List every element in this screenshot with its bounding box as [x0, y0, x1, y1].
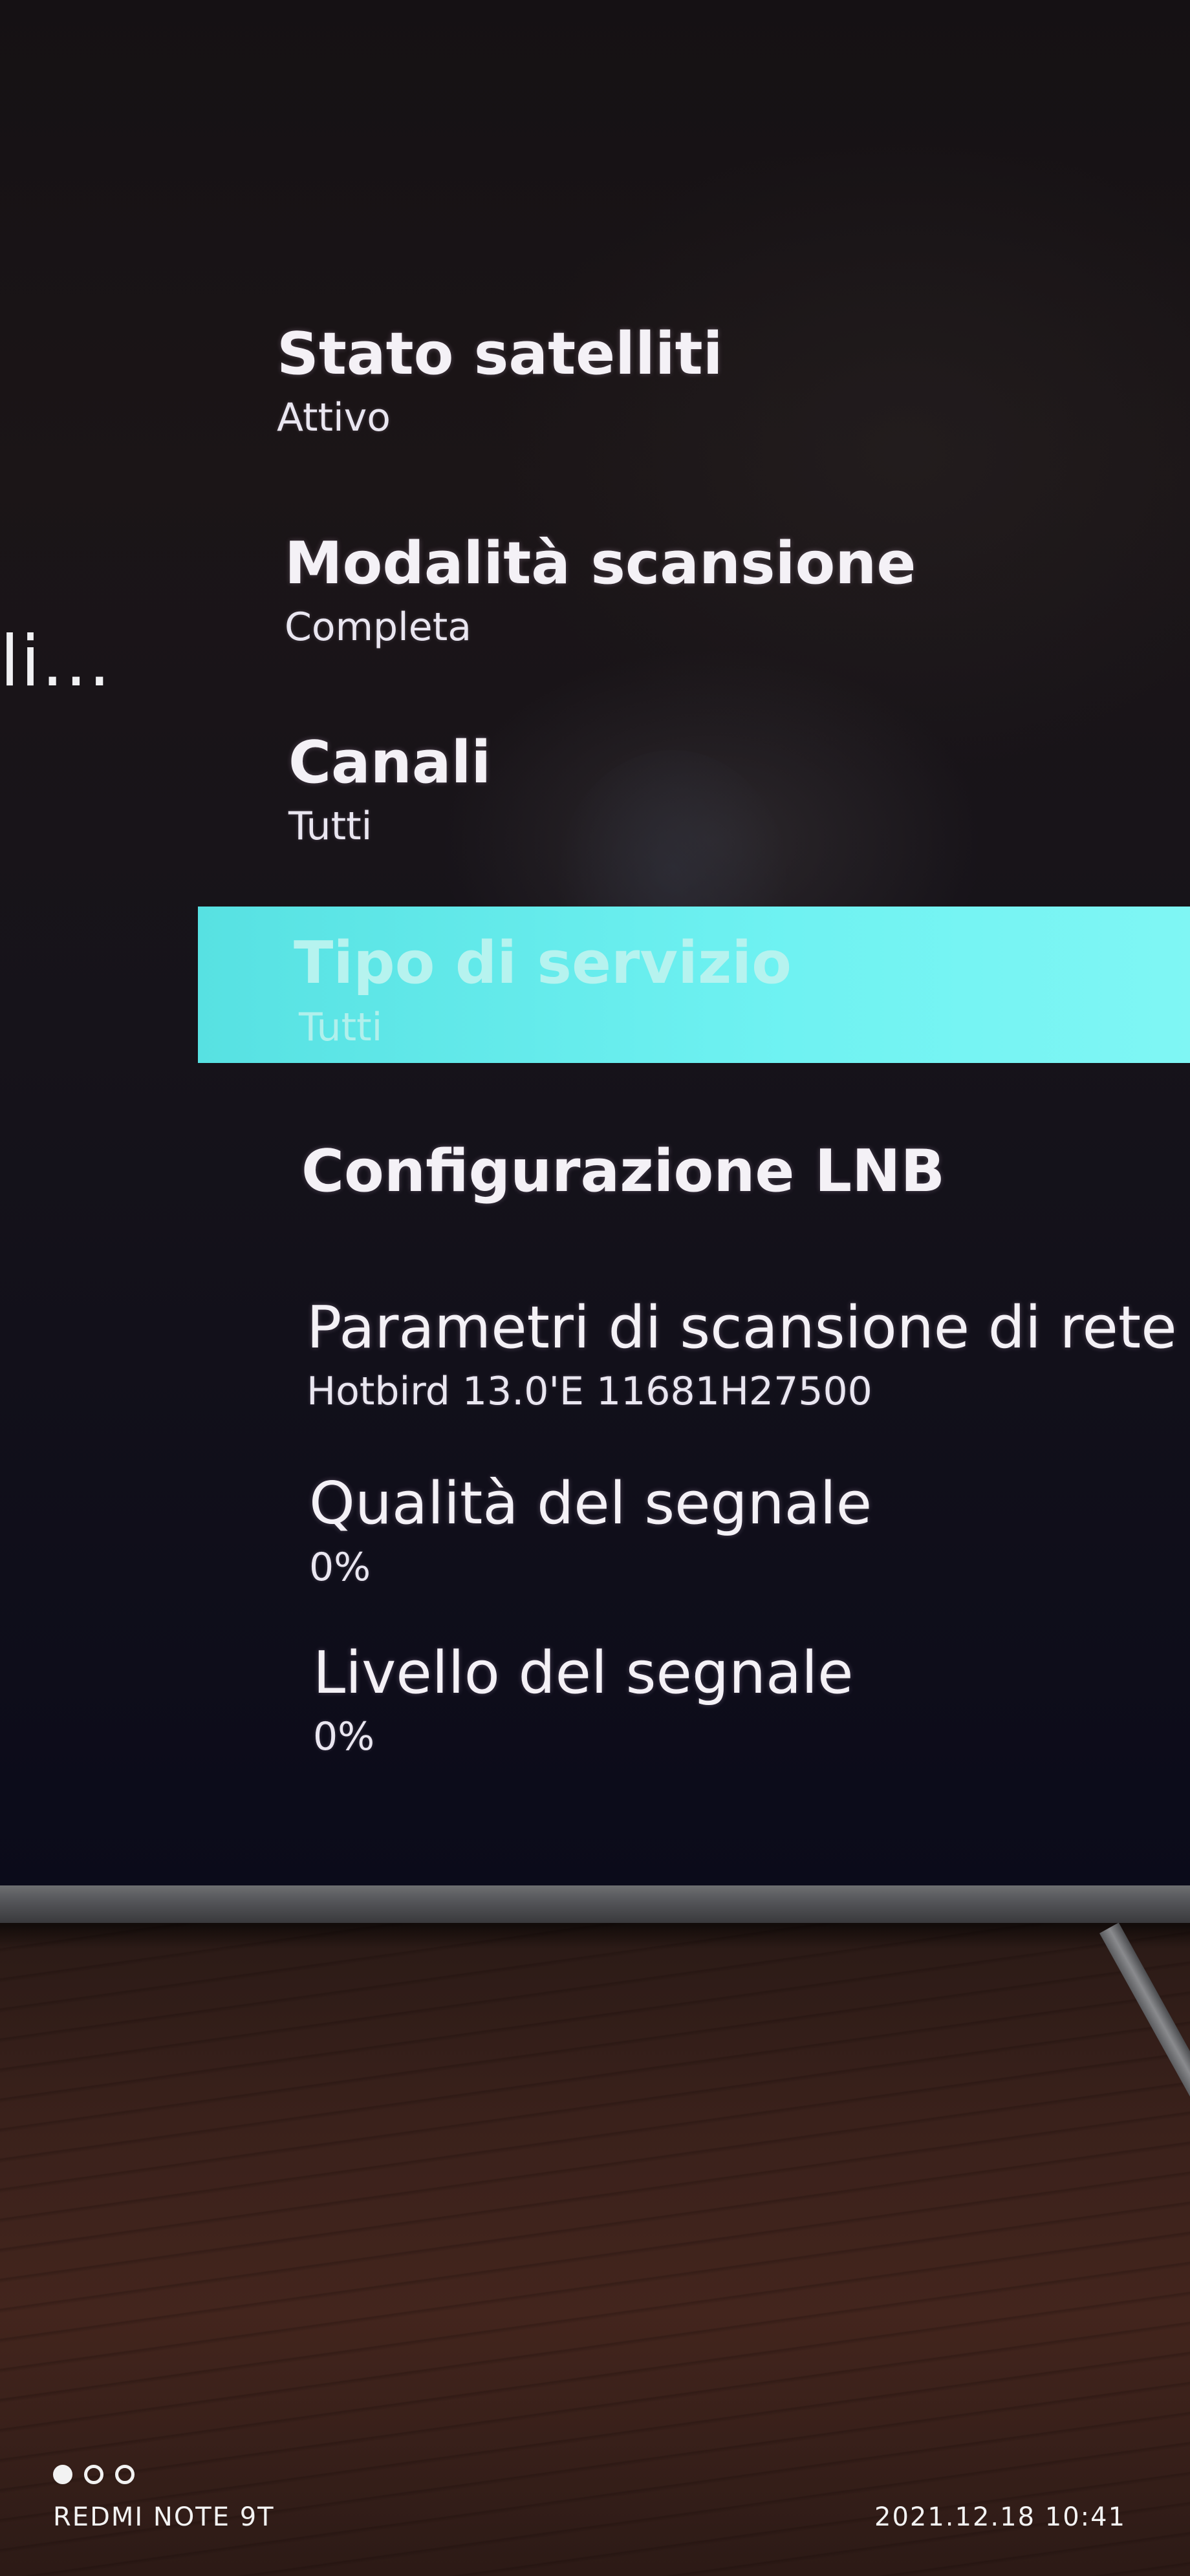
watermark-device: REDMI NOTE 9T: [53, 2502, 275, 2532]
camera-mode-dots: [53, 2465, 135, 2484]
menu-item-modalita-scansione[interactable]: Modalità scansione Completa: [285, 531, 916, 650]
menu-item-value: 0%: [309, 1545, 371, 1590]
tv-bezel: [0, 1885, 1190, 1923]
menu-item-configurazione-lnb[interactable]: Configurazione LNB: [301, 1139, 945, 1203]
menu-item-title: Modalità scansione: [285, 530, 916, 597]
menu-item-value: Tutti: [288, 804, 373, 849]
tv-screen: li... Stato satelliti Attivo Modalità sc…: [0, 0, 1190, 1888]
menu-item-tipo-di-servizio-selected[interactable]: Tipo di servizio Tutti: [198, 907, 1190, 1063]
menu-item-canali[interactable]: Canali Tutti: [288, 731, 491, 849]
menu-item-title: Tipo di servizio: [294, 929, 792, 997]
menu-item-title: Qualità del segnale: [309, 1470, 872, 1538]
dot-icon: [53, 2465, 72, 2484]
menu-item-parametri-scansione[interactable]: Parametri di scansione di rete Hotbird 1…: [307, 1296, 1177, 1414]
bezel-shadow: [0, 1923, 1190, 1949]
dot-icon: [115, 2465, 135, 2484]
wooden-table: [0, 1923, 1190, 2576]
menu-item-title: Configurazione LNB: [301, 1137, 946, 1205]
menu-item-value: Attivo: [277, 395, 391, 440]
menu-item-value: Hotbird 13.0'E 11681H27500: [307, 1369, 872, 1414]
left-panel-partial-title: li...: [0, 621, 113, 702]
watermark-timestamp: 2021.12.18 10:41: [874, 2502, 1127, 2532]
menu-item-title: Parametri di scansione di rete: [307, 1294, 1177, 1362]
menu-item-value: Completa: [285, 605, 472, 650]
menu-item-value: Tutti: [299, 1005, 383, 1050]
dot-icon: [84, 2465, 103, 2484]
menu-item-stato-satelliti[interactable]: Stato satelliti Attivo: [277, 322, 723, 440]
menu-item-title: Stato satelliti: [277, 320, 723, 388]
menu-item-livello-segnale[interactable]: Livello del segnale 0%: [313, 1641, 854, 1759]
menu-item-title: Canali: [288, 729, 492, 797]
menu-item-value: 0%: [313, 1714, 375, 1759]
menu-item-qualita-segnale[interactable]: Qualità del segnale 0%: [309, 1472, 872, 1590]
menu-item-title: Livello del segnale: [313, 1639, 854, 1707]
